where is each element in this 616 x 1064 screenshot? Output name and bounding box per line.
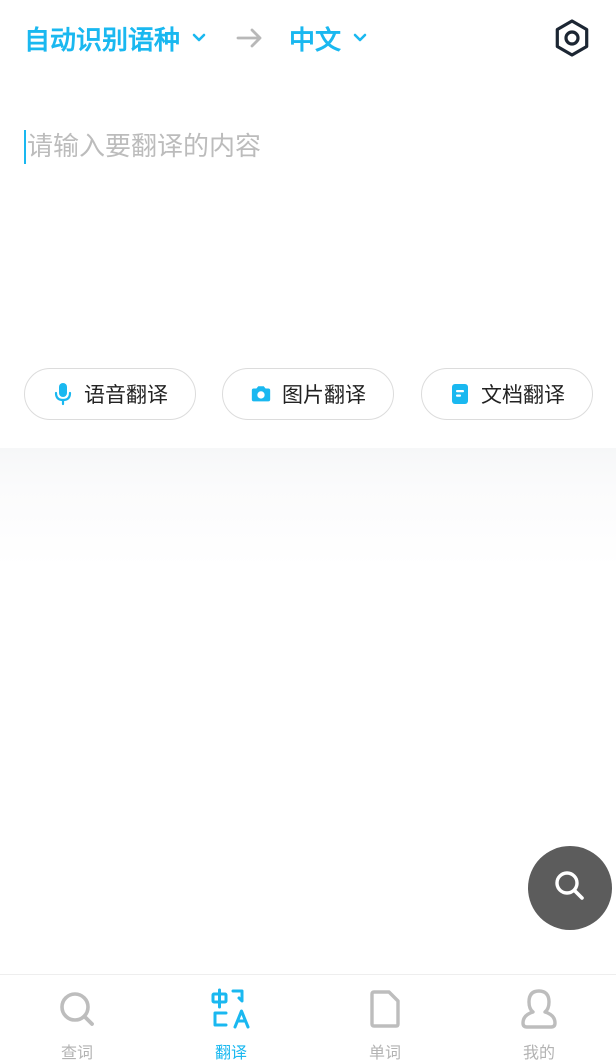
tab-profile[interactable]: 我的 [462,975,616,1064]
source-language-label: 自动识别语种 [24,25,181,56]
tab-translate[interactable]: 翻译 [154,975,308,1064]
chevron-down-icon [351,29,369,47]
document-translate-label: 文档翻译 [481,383,565,407]
voice-translate-button[interactable]: 语音翻译 [24,368,196,420]
text-caret [24,130,26,164]
tab-words[interactable]: 单词 [308,975,462,1064]
photo-translate-button[interactable]: 图片翻译 [222,368,394,420]
chevron-down-icon [190,29,208,47]
document-translate-button[interactable]: 文档翻译 [421,368,593,420]
document-icon [449,382,471,406]
camera-icon [250,382,272,406]
floating-search-button[interactable] [528,846,612,930]
bottom-tab-bar: 查词 翻译 单词 我的 [0,974,616,1064]
tab-words-label: 单词 [368,1043,401,1062]
settings-icon[interactable] [552,18,592,58]
voice-translate-label: 语音翻译 [84,383,168,407]
search-icon [55,987,99,1031]
tab-translate-label: 翻译 [214,1043,247,1062]
tab-lookup-label: 查词 [60,1043,93,1062]
input-placeholder: 请输入要翻译的内容 [27,132,262,162]
results-area [0,448,616,974]
person-icon [517,987,561,1031]
search-icon [552,868,588,908]
tab-profile-label: 我的 [522,1043,555,1062]
arrow-right-icon[interactable] [234,24,266,52]
target-language-selector[interactable]: 中文 [289,18,369,58]
top-bar: 自动识别语种 中文 [0,0,616,78]
target-language-label: 中文 [289,25,342,56]
file-icon [363,987,407,1031]
source-language-selector[interactable]: 自动识别语种 [24,18,208,58]
tab-lookup[interactable]: 查词 [0,975,154,1064]
photo-translate-label: 图片翻译 [282,383,366,407]
microphone-icon [52,382,74,406]
translate-icon [209,987,253,1031]
